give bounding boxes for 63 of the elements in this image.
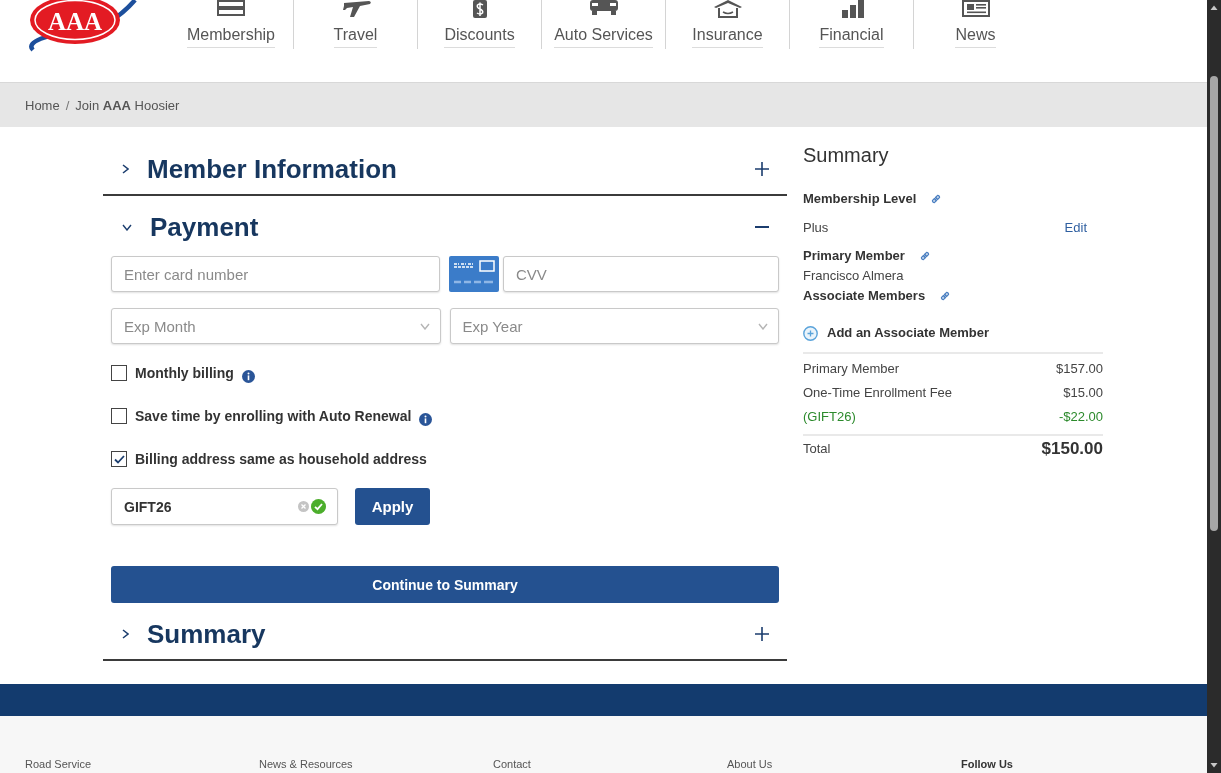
membership-level-value: Plus bbox=[803, 220, 829, 236]
nav-link[interactable]: Auto Services bbox=[541, 0, 665, 49]
total-label: Total bbox=[803, 441, 831, 457]
line-item-label: One-Time Enrollment Fee bbox=[803, 385, 953, 401]
accordion-header[interactable]: Payment bbox=[103, 202, 787, 254]
nav-link[interactable]: News bbox=[913, 0, 1037, 49]
nav-link[interactable]: Financial bbox=[789, 0, 913, 49]
checkbox[interactable] bbox=[111, 365, 127, 381]
checkbox-label: Monthly billing bbox=[135, 365, 234, 381]
info-icon[interactable] bbox=[241, 369, 255, 383]
line-item-amount: -$22.00 bbox=[1058, 409, 1103, 425]
footer-link[interactable]: News & Resources bbox=[259, 758, 353, 770]
breadcrumb-link[interactable]: Home bbox=[25, 97, 60, 113]
summary-title: Summary bbox=[803, 143, 890, 167]
footer-link[interactable]: Road Service bbox=[25, 758, 92, 770]
accordion-header[interactable]: Summary bbox=[103, 609, 787, 661]
primary-member-name: Francisco Almera bbox=[803, 268, 904, 284]
breadcrumb-separator: / bbox=[65, 97, 70, 113]
promo-code-field[interactable]: GIFT26 bbox=[111, 488, 338, 525]
exp-year-select[interactable]: Exp Year bbox=[449, 308, 779, 344]
scrollbar-drawing[interactable] bbox=[1207, 0, 1221, 773]
checkbox-label: Billing address same as household address bbox=[135, 451, 427, 467]
line-item-amount: $15.00 bbox=[1063, 385, 1103, 401]
footer-link[interactable]: About Us bbox=[727, 758, 773, 770]
nav-link[interactable]: Discounts bbox=[417, 0, 541, 49]
check-icon bbox=[113, 454, 125, 464]
accordion-header[interactable]: Member Information bbox=[103, 144, 787, 196]
line-item-amount: $157.00 bbox=[1056, 361, 1103, 377]
credit-card-icon bbox=[449, 256, 499, 292]
nav-link[interactable]: Membership bbox=[169, 0, 293, 49]
link-icon[interactable] bbox=[930, 193, 943, 205]
edit-link[interactable]: Edit bbox=[1064, 220, 1087, 236]
plus-circle-icon[interactable] bbox=[803, 325, 818, 341]
link-icon[interactable] bbox=[918, 250, 931, 262]
checkbox[interactable] bbox=[111, 451, 127, 467]
chevron-down-icon bbox=[758, 322, 768, 330]
associate-members-label: Associate Members bbox=[803, 288, 926, 304]
chevron-right-icon bbox=[122, 164, 129, 174]
cvv-field[interactable]: CVV bbox=[503, 256, 779, 292]
info-icon[interactable] bbox=[419, 412, 433, 426]
primary-member-label: Primary Member bbox=[803, 248, 905, 264]
nav-link[interactable]: Insurance bbox=[665, 0, 789, 49]
membership-level-label: Membership Level bbox=[803, 191, 917, 207]
chevron-down-icon bbox=[122, 223, 132, 231]
line-item-label: (GIFT26) bbox=[803, 409, 856, 425]
minus-icon bbox=[755, 226, 769, 228]
footer-heading: Follow Us bbox=[961, 758, 1013, 770]
breadcrumb-current: Join AAA Hoosier bbox=[75, 97, 180, 113]
chevron-down-icon bbox=[419, 322, 430, 330]
nav-link[interactable]: Travel bbox=[293, 0, 417, 49]
plus-icon bbox=[755, 627, 769, 641]
line-item-label: Primary Member bbox=[803, 361, 900, 377]
link-icon[interactable] bbox=[939, 290, 952, 302]
footer-link[interactable]: Contact bbox=[493, 758, 531, 770]
chevron-right-icon bbox=[122, 629, 129, 639]
total-amount: $150.00 bbox=[1041, 441, 1103, 457]
continue-button[interactable]: Continue to Summary bbox=[111, 566, 779, 603]
checkbox-label: Save time by enrolling with Auto Renewal bbox=[135, 408, 412, 424]
apply-button[interactable]: Apply bbox=[355, 488, 430, 525]
add-associate-link[interactable]: Add an Associate Member bbox=[827, 325, 990, 341]
card-number-field[interactable]: Enter card number bbox=[111, 256, 440, 292]
checkbox[interactable] bbox=[111, 408, 127, 424]
plus-icon bbox=[755, 162, 769, 176]
